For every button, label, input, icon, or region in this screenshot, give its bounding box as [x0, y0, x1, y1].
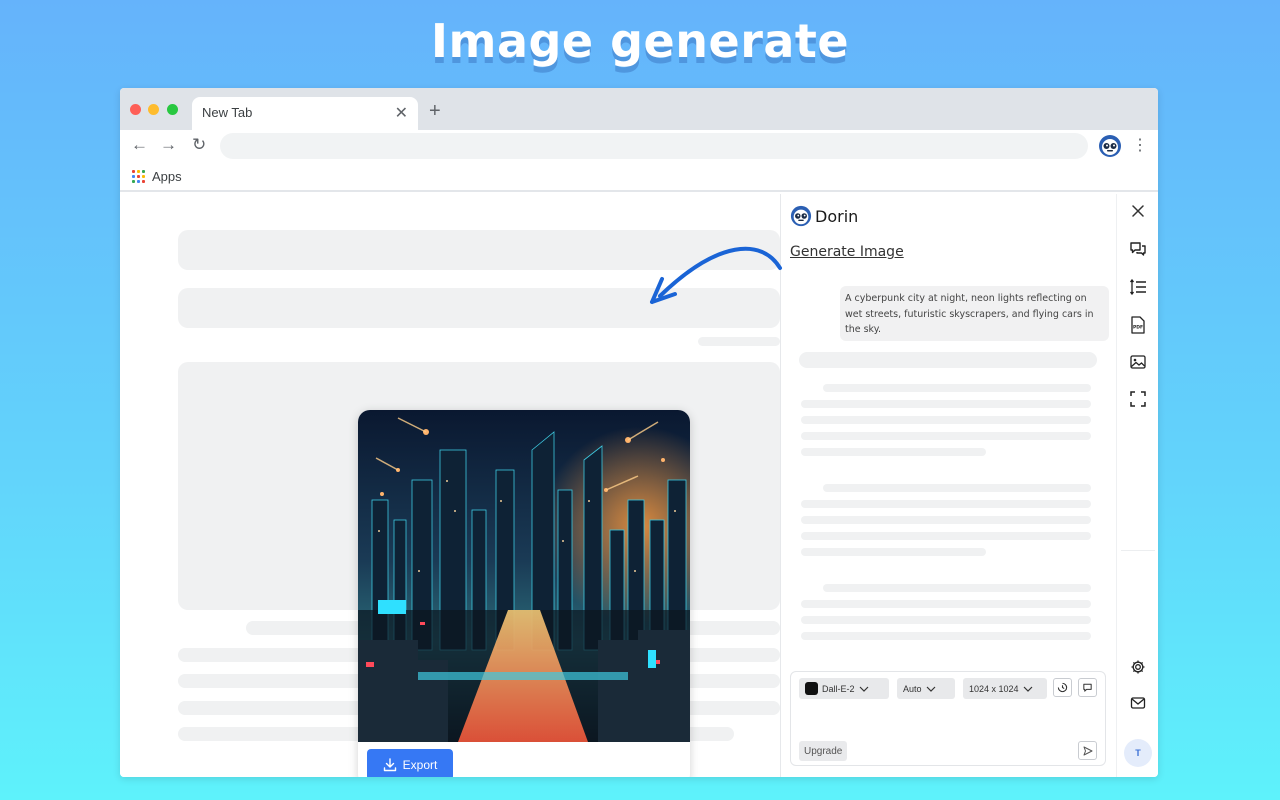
- screenshot-icon: [1130, 391, 1146, 407]
- user-avatar[interactable]: T: [1124, 739, 1152, 767]
- minimize-window-button[interactable]: [148, 104, 159, 115]
- tab-strip: New Tab ✕ +: [120, 88, 1158, 130]
- address-bar[interactable]: [220, 133, 1088, 159]
- summarize-button[interactable]: [1126, 275, 1150, 299]
- model-label: Dall-E-2: [822, 683, 855, 694]
- generated-image: [358, 410, 690, 742]
- new-chat-button[interactable]: [1078, 678, 1097, 697]
- skeleton-line: [801, 416, 1091, 424]
- browser-window: New Tab ✕ + ← → ↻ ⋮ Apps Export Dorin Ge…: [120, 88, 1158, 777]
- size-label: 1024 x 1024: [969, 683, 1019, 694]
- skeleton-line: [799, 352, 1097, 368]
- skeleton-line: [801, 616, 1091, 624]
- browser-toolbar: ← → ↻ ⋮: [120, 130, 1158, 164]
- compose-box: Dall-E-2 Auto 1024 x 1024 Upgrade: [790, 671, 1106, 766]
- chat-bubble-icon: [1083, 683, 1092, 692]
- pdf-icon-label: PDF: [1133, 325, 1143, 331]
- back-button[interactable]: ←: [131, 135, 148, 155]
- bookmarks-bar: Apps: [120, 164, 1158, 192]
- skeleton-line: [801, 548, 986, 556]
- chevron-down-icon: [926, 686, 935, 692]
- apps-grid-dot: [142, 180, 145, 183]
- export-button[interactable]: Export: [367, 749, 453, 777]
- apps-grid-dot: [137, 170, 140, 173]
- skeleton-line: [698, 337, 780, 346]
- export-label: Export: [402, 757, 438, 772]
- side-rail: PDF T: [1116, 194, 1158, 777]
- apps-grid-dot: [132, 180, 135, 183]
- pdf-icon: PDF: [1131, 316, 1145, 334]
- settings-icon: [1131, 660, 1145, 674]
- skeleton-line: [801, 448, 986, 456]
- pdf-button[interactable]: PDF: [1126, 313, 1150, 337]
- dorin-side-panel: Dorin Generate Image A cyberpunk city at…: [780, 194, 1116, 777]
- hero-title: Image generate: [430, 14, 850, 68]
- skeleton-line: [801, 400, 1091, 408]
- tab-close-icon[interactable]: ✕: [395, 103, 408, 123]
- chat-button[interactable]: [1126, 237, 1150, 261]
- dorin-logo-icon: [790, 205, 812, 227]
- apps-grid-dot: [137, 180, 140, 183]
- image-button[interactable]: [1126, 350, 1150, 374]
- skeleton-line: [801, 532, 1091, 540]
- feedback-mail-button[interactable]: [1126, 691, 1150, 715]
- maximize-window-button[interactable]: [167, 104, 178, 115]
- line-spacing-icon: [1129, 278, 1146, 296]
- brand-name: Dorin: [815, 206, 859, 226]
- history-icon: [1057, 682, 1068, 693]
- chevron-down-icon: [1023, 686, 1032, 692]
- panel-heading[interactable]: Generate Image: [790, 244, 904, 260]
- tab-new-tab[interactable]: New Tab ✕: [192, 97, 418, 130]
- apps-grid-dot: [137, 175, 140, 178]
- rail-divider: [1121, 550, 1155, 551]
- close-window-button[interactable]: [130, 104, 141, 115]
- skeleton-block: [178, 288, 780, 328]
- prompt-message: A cyberpunk city at night, neon lights r…: [840, 286, 1109, 341]
- forward-button[interactable]: →: [160, 135, 177, 155]
- dorin-extension-icon[interactable]: [1098, 134, 1122, 158]
- model-icon: [805, 682, 818, 695]
- download-icon: [383, 757, 396, 771]
- skeleton-line: [801, 500, 1091, 508]
- generated-image-card: Export: [358, 410, 690, 777]
- quality-label: Auto: [903, 683, 922, 694]
- skeleton-line: [823, 384, 1091, 392]
- apps-grid-dot: [142, 175, 145, 178]
- browser-menu-icon[interactable]: ⋮: [1132, 135, 1148, 155]
- skeleton-line: [801, 432, 1091, 440]
- chevron-down-icon: [859, 686, 868, 692]
- bookmark-apps[interactable]: Apps: [152, 169, 182, 184]
- apps-grid-dot: [132, 175, 135, 178]
- skeleton-line: [801, 600, 1091, 608]
- skeleton-block: [178, 230, 780, 270]
- tab-title: New Tab: [202, 105, 253, 120]
- page-content: Export: [120, 194, 780, 777]
- send-button[interactable]: [1078, 741, 1097, 760]
- quality-select[interactable]: Auto: [897, 678, 955, 699]
- size-select[interactable]: 1024 x 1024: [963, 678, 1047, 699]
- screenshot-button[interactable]: [1126, 387, 1150, 411]
- skeleton-line: [823, 484, 1091, 492]
- image-icon: [1130, 355, 1146, 369]
- skeleton-line: [823, 584, 1091, 592]
- apps-grid-dot: [142, 170, 145, 173]
- close-icon: [1132, 205, 1144, 217]
- mail-icon: [1130, 697, 1146, 709]
- send-icon: [1083, 746, 1092, 755]
- reload-button[interactable]: ↻: [192, 135, 206, 155]
- skeleton-line: [801, 516, 1091, 524]
- new-tab-button[interactable]: +: [429, 100, 441, 123]
- history-button[interactable]: [1053, 678, 1072, 697]
- apps-grid-dot: [132, 170, 135, 173]
- settings-button[interactable]: [1126, 655, 1150, 679]
- apps-grid-icon[interactable]: [132, 170, 145, 183]
- upgrade-button[interactable]: Upgrade: [799, 741, 848, 761]
- brand: Dorin: [790, 205, 858, 227]
- model-select[interactable]: Dall-E-2: [799, 678, 889, 699]
- skeleton-line: [801, 632, 1091, 640]
- chat-icon: [1130, 242, 1146, 256]
- close-panel-button[interactable]: [1126, 199, 1150, 223]
